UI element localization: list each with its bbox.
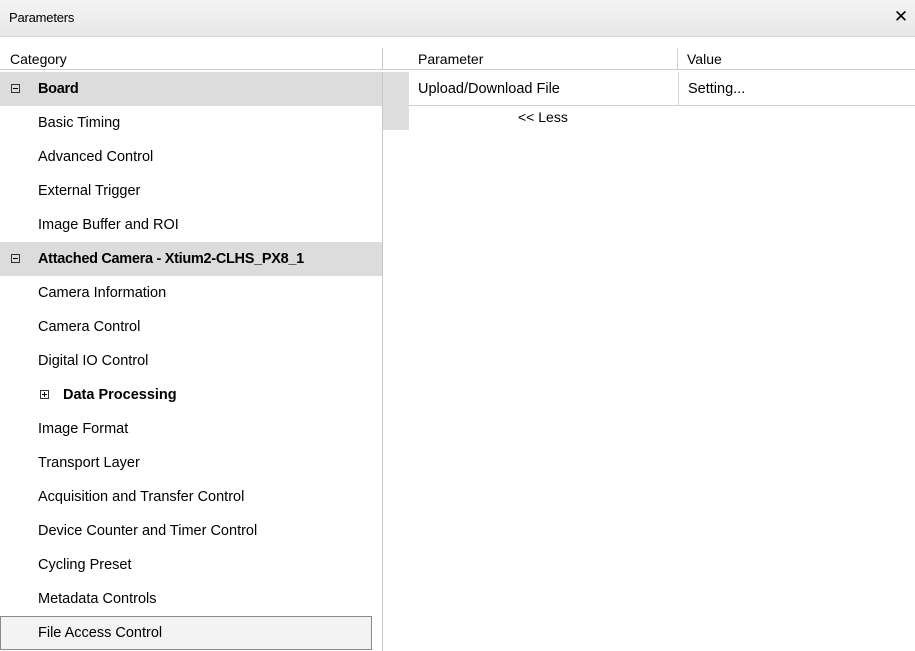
expand-icon[interactable]: [40, 390, 49, 399]
tree-group-board[interactable]: Board: [0, 72, 382, 106]
tree-item-image-format[interactable]: Image Format: [0, 412, 382, 446]
less-toggle-button[interactable]: << Less: [518, 107, 568, 127]
column-header-value[interactable]: Value: [678, 48, 915, 70]
tree-item-metadata-controls[interactable]: Metadata Controls: [0, 582, 382, 616]
parameter-name: Upload/Download File: [418, 81, 560, 97]
column-header-category[interactable]: Category: [0, 48, 383, 70]
collapse-icon[interactable]: [11, 84, 20, 93]
tree-item-external-trigger[interactable]: External Trigger: [0, 174, 382, 208]
tree-item-advanced-control[interactable]: Advanced Control: [0, 140, 382, 174]
parameter-row[interactable]: Upload/Download File Setting...: [409, 72, 915, 106]
tree-group-label: Attached Camera - Xtium2-CLHS_PX8_1: [38, 251, 304, 267]
tree-item-acquisition-transfer-control[interactable]: Acquisition and Transfer Control: [0, 480, 382, 514]
column-header-parameter[interactable]: Parameter: [383, 48, 678, 70]
collapse-icon[interactable]: [11, 254, 20, 263]
tree-group-data-processing[interactable]: Data Processing: [0, 378, 382, 412]
tree-item-file-access-control[interactable]: File Access Control: [0, 616, 372, 650]
tree-item-basic-timing[interactable]: Basic Timing: [0, 106, 382, 140]
window-title: Parameters: [9, 10, 75, 25]
tree-item-transport-layer[interactable]: Transport Layer: [0, 446, 382, 480]
tree-item-camera-information[interactable]: Camera Information: [0, 276, 382, 310]
category-tree: Board Basic Timing Advanced Control Exte…: [0, 72, 383, 651]
tree-item-digital-io-control[interactable]: Digital IO Control: [0, 344, 382, 378]
title-bar: Parameters ✕: [0, 0, 915, 37]
close-icon[interactable]: ✕: [891, 6, 911, 28]
row-header-gutter: [383, 72, 409, 130]
tree-group-attached-camera[interactable]: Attached Camera - Xtium2-CLHS_PX8_1: [0, 242, 382, 276]
tree-item-device-counter-timer-control[interactable]: Device Counter and Timer Control: [0, 514, 382, 548]
tree-group-label: Data Processing: [63, 387, 177, 403]
tree-item-camera-control[interactable]: Camera Control: [0, 310, 382, 344]
parameter-value[interactable]: Setting...: [678, 72, 915, 105]
tree-item-cycling-preset[interactable]: Cycling Preset: [0, 548, 382, 582]
tree-item-image-buffer-roi[interactable]: Image Buffer and ROI: [0, 208, 382, 242]
